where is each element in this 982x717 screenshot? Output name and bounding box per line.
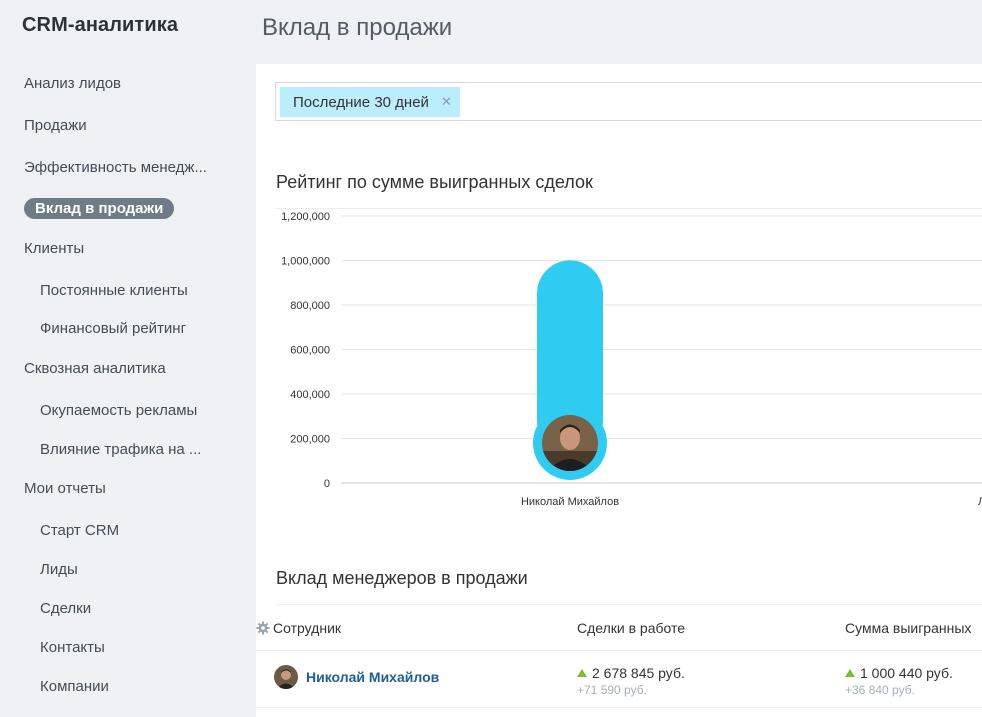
column-header-deals-in-work[interactable]: Сделки в работе xyxy=(577,620,685,636)
table-section-title: Вклад менеджеров в продажи xyxy=(276,568,528,588)
page-title: Вклад в продажи xyxy=(262,14,453,41)
sidebar-item-leads-analysis[interactable]: Анализ лидов xyxy=(24,75,121,92)
sidebar-item-deals[interactable]: Сделки xyxy=(40,600,91,617)
y-tick-label: 1,000,000 xyxy=(281,256,330,268)
employee-name-link[interactable]: Николай Михайлов xyxy=(306,669,439,685)
app-title: CRM-аналитика xyxy=(22,14,179,36)
deals-in-work-delta: +71 590 руб. xyxy=(577,683,647,697)
won-sum-amount: 1 000 440 руб. xyxy=(860,665,953,681)
filter-tag[interactable]: Последние 30 дней ✕ xyxy=(280,87,460,117)
filter-tag-label: Последние 30 дней xyxy=(293,93,429,111)
sidebar-item-my-reports[interactable]: Мои отчеты xyxy=(24,480,106,497)
sidebar-item-manager-efficiency[interactable]: Эффективность менедж... xyxy=(24,159,207,176)
sidebar-item-clients[interactable]: Клиенты xyxy=(24,240,84,257)
divider xyxy=(276,604,982,605)
deals-in-work-value: 2 678 845 руб. xyxy=(577,665,685,681)
y-tick-label: 600,000 xyxy=(290,345,330,357)
deals-in-work-amount: 2 678 845 руб. xyxy=(592,665,685,681)
divider xyxy=(276,208,982,209)
column-header-employee[interactable]: Сотрудник xyxy=(273,620,341,636)
x-tick-label: Николай Михайлов xyxy=(521,496,619,508)
main-panel: Последние 30 дней ✕ Рейтинг по сумме выи… xyxy=(256,64,982,717)
sidebar-item-sales-contribution[interactable]: Вклад в продажи xyxy=(24,198,175,219)
sidebar-item-financial-rating[interactable]: Финансовый рейтинг xyxy=(40,320,186,337)
y-tick-label: 400,000 xyxy=(290,389,330,401)
gear-icon[interactable] xyxy=(256,621,270,635)
divider xyxy=(256,707,982,708)
won-sum-value: 1 000 440 руб. xyxy=(845,665,953,681)
x-tick-label: Л xyxy=(978,496,982,508)
filter-box[interactable]: Последние 30 дней ✕ xyxy=(275,82,982,121)
close-icon[interactable]: ✕ xyxy=(441,94,452,110)
avatar xyxy=(274,665,298,689)
up-arrow-icon xyxy=(577,669,587,677)
y-tick-label: 800,000 xyxy=(290,300,330,312)
sidebar-item-sales[interactable]: Продажи xyxy=(24,117,87,134)
won-sum-delta: +36 840 руб. xyxy=(845,683,915,697)
sidebar-item-leads[interactable]: Лиды xyxy=(40,561,78,578)
y-tick-label: 1,200,000 xyxy=(281,211,330,223)
sidebar-item-regular-clients[interactable]: Постоянные клиенты xyxy=(40,282,188,299)
y-tick-label: 200,000 xyxy=(290,434,330,446)
sidebar-item-start-crm[interactable]: Старт CRM xyxy=(40,522,119,539)
y-tick-label: 0 xyxy=(324,478,330,490)
sidebar: CRM-аналитика Анализ лидов Продажи Эффек… xyxy=(0,0,256,717)
chart-section-title: Рейтинг по сумме выигранных сделок xyxy=(276,172,593,192)
divider xyxy=(256,650,982,651)
sidebar-item-contacts[interactable]: Контакты xyxy=(40,639,105,656)
column-header-won-sum[interactable]: Сумма выигранных xyxy=(845,620,971,636)
sidebar-item-companies[interactable]: Компании xyxy=(40,678,109,695)
sidebar-item-traffic-influence[interactable]: Влияние трафика на ... xyxy=(40,441,201,458)
sidebar-item-ad-payback[interactable]: Окупаемость рекламы xyxy=(40,402,197,419)
sidebar-item-end-to-end-analytics[interactable]: Сквозная аналитика xyxy=(24,360,166,377)
up-arrow-icon xyxy=(845,669,855,677)
sales-rating-chart: 0 200,000 400,000 600,000 800,000 1,000,000 1,… xyxy=(281,211,982,508)
